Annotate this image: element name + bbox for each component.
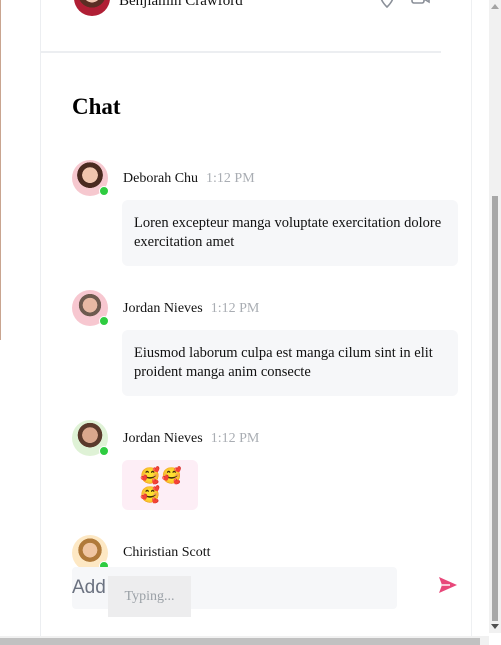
avatar[interactable] — [72, 535, 109, 571]
left-border — [0, 0, 1, 340]
message-header: Jordan Nieves 1:12 PM — [123, 431, 259, 447]
chat-header: Benjiamin Crawford — [41, 0, 471, 53]
sender-name[interactable]: Deborah Chu — [123, 171, 198, 186]
message-time: 1:12 PM — [210, 301, 260, 316]
chat-app: Benjiamin Crawford Chat Deborah Chu 1:12 … — [0, 0, 501, 645]
online-status-dot — [99, 316, 109, 326]
location-pin-icon[interactable] — [379, 0, 397, 9]
message-bubble: Loren excepteur manga voluptate exercita… — [122, 200, 458, 266]
header-actions — [379, 0, 461, 9]
contact-name[interactable]: Benjiamin Crawford — [119, 0, 243, 10]
page-title: Chat — [72, 94, 121, 119]
message-header: Jordan Nieves 1:12 PM — [123, 301, 259, 317]
avatar[interactable] — [72, 290, 109, 326]
header-divider — [41, 51, 441, 53]
scrollbar-thumb[interactable] — [492, 196, 498, 621]
message-time: 1:12 PM — [206, 171, 255, 186]
panel-right-divider — [471, 0, 472, 645]
online-status-dot — [99, 186, 109, 196]
avatar[interactable] — [72, 420, 109, 456]
video-camera-icon[interactable] — [411, 0, 430, 8]
scroll-down-arrow-icon[interactable] — [491, 624, 499, 629]
avatar[interactable] — [72, 160, 109, 196]
horizontal-scrollbar[interactable] — [0, 636, 489, 645]
avatar[interactable] — [74, 0, 110, 16]
message-header: Deborah Chu 1:12 PM — [123, 171, 255, 187]
vertical-scrollbar[interactable] — [489, 0, 501, 633]
sender-name[interactable]: Jordan Nieves — [123, 301, 203, 316]
send-icon — [439, 577, 457, 593]
online-status-dot — [99, 446, 109, 456]
emoji-message-bubble: 🥰🥰🥰 — [122, 460, 198, 510]
panel-divider — [40, 0, 41, 645]
scroll-up-arrow-icon[interactable] — [491, 4, 499, 9]
sender-name[interactable]: Jordan Nieves — [123, 431, 203, 446]
more-icon[interactable] — [443, 0, 461, 8]
scrollbar-thumb[interactable] — [0, 638, 480, 645]
message-bubble: Eiusmod laborum culpa est manga cilum si… — [122, 330, 458, 396]
message-time: 1:12 PM — [210, 431, 260, 446]
typing-indicator: Typing... — [108, 576, 191, 617]
send-button[interactable] — [438, 576, 460, 596]
message-header: Chiristian Scott — [123, 545, 211, 561]
sender-name[interactable]: Chiristian Scott — [123, 545, 211, 560]
